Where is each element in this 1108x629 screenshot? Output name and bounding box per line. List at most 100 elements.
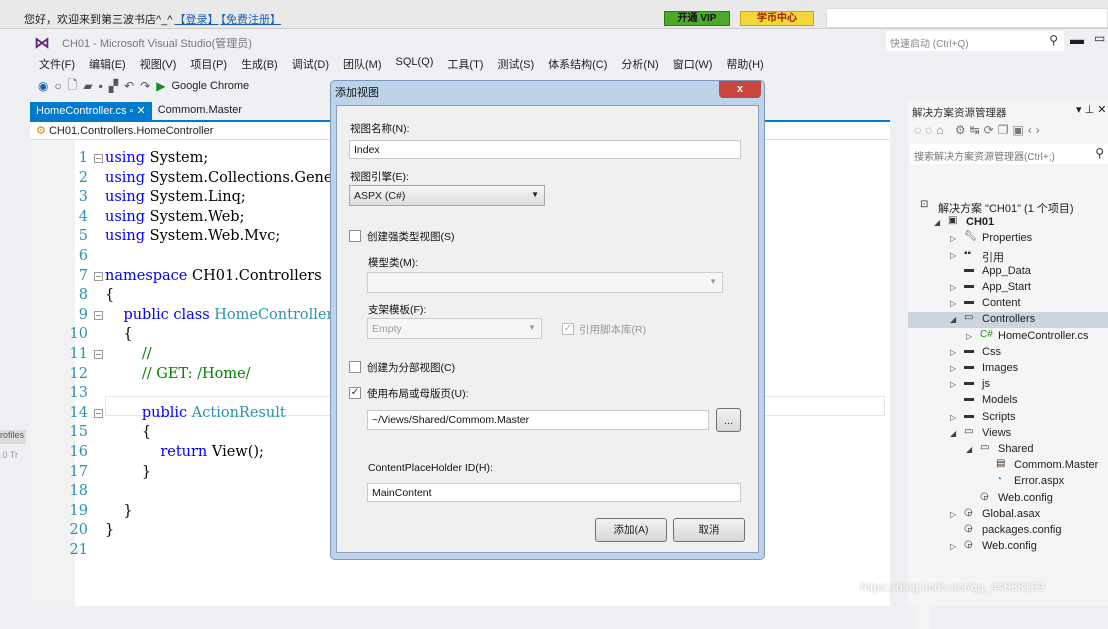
- menu-item[interactable]: 调试(D): [285, 54, 336, 72]
- close-tab-icon[interactable]: ▫ ✕: [126, 105, 146, 117]
- expand-icon[interactable]: ▷: [950, 348, 956, 357]
- expand-icon[interactable]: ▷: [950, 364, 956, 373]
- login-link[interactable]: 【登录】: [174, 14, 218, 26]
- cancel-button[interactable]: 取消: [673, 518, 745, 542]
- use-layout-checkbox[interactable]: ✓: [349, 387, 361, 399]
- tree-item[interactable]: ▷ ▬ Css: [908, 345, 1108, 361]
- solution-search-placeholder: 搜索解决方案资源管理器(Ctrl+;): [914, 152, 1055, 163]
- fold-toggle-icon[interactable]: −: [94, 310, 103, 320]
- placeholder-id-input[interactable]: MainContent: [367, 483, 741, 502]
- expand-icon[interactable]: ▷: [950, 251, 956, 260]
- new-project-icon[interactable]: 🗋: [68, 76, 78, 97]
- forward-icon[interactable]: ○: [54, 79, 61, 93]
- fold-toggle-icon[interactable]: −: [94, 271, 103, 281]
- expand-icon[interactable]: ▷: [950, 380, 956, 389]
- tree-item[interactable]: ▷ 🔧︎ Properties: [908, 231, 1108, 247]
- tree-item[interactable]: ▷ C# HomeController.cs: [908, 329, 1108, 345]
- minimize-button[interactable]: ▬: [1070, 31, 1084, 47]
- tree-item[interactable]: ◢ ▭ Controllers: [908, 312, 1108, 329]
- tree-item[interactable]: ▷ ◶ Web.config: [908, 539, 1108, 555]
- tree-item[interactable]: ◔ Error.aspx: [908, 474, 1108, 490]
- expand-icon[interactable]: ▷: [950, 299, 956, 308]
- back-icon[interactable]: ◉: [38, 79, 48, 93]
- tree-item[interactable]: ◶ Web.config: [908, 491, 1108, 507]
- layout-path-input[interactable]: ~/Views/Shared/Commom.Master: [367, 410, 709, 430]
- maximize-button[interactable]: ▭: [1094, 31, 1105, 45]
- ref-scripts-label: 引用脚本库(R): [579, 324, 647, 336]
- code-token: {: [105, 326, 133, 343]
- pin-icon[interactable]: ▾ ⊥ ✕: [1076, 103, 1106, 116]
- quick-launch-input[interactable]: 快速启动 (Ctrl+Q) ⚲: [886, 31, 1064, 51]
- save-icon[interactable]: ▪: [99, 79, 103, 93]
- menu-item[interactable]: SQL(Q): [389, 54, 441, 72]
- tree-item[interactable]: ▷ ▪▪ 引用: [908, 248, 1108, 264]
- tree-item[interactable]: ◢ ▭ Shared: [908, 442, 1108, 458]
- fold-toggle-icon[interactable]: −: [94, 154, 103, 163]
- solution-search-input[interactable]: 搜索解决方案资源管理器(Ctrl+;) ⚲: [910, 144, 1108, 164]
- tree-item[interactable]: ◢ ▭ Views: [908, 426, 1108, 442]
- menu-item[interactable]: 团队(M): [336, 54, 389, 72]
- code-token: using: [105, 169, 146, 186]
- run-target-button[interactable]: Google Chrome: [171, 80, 249, 92]
- browse-button[interactable]: ...: [716, 408, 741, 432]
- tree-item[interactable]: ▷ ◶ Global.asax: [908, 507, 1108, 523]
- fold-toggle-icon[interactable]: −: [94, 408, 103, 418]
- menu-item[interactable]: 窗口(W): [666, 54, 720, 72]
- run-icon[interactable]: ▶: [156, 79, 165, 93]
- tree-item[interactable]: ▷ ▬ Images: [908, 361, 1108, 377]
- add-button[interactable]: 添加(A): [595, 518, 667, 542]
- open-icon[interactable]: ▰: [83, 79, 92, 93]
- model-select[interactable]: ▼: [367, 272, 723, 293]
- menu-item[interactable]: 体系结构(C): [541, 54, 614, 72]
- browser-search-box[interactable]: [826, 8, 1108, 28]
- strong-typed-checkbox[interactable]: [349, 230, 361, 242]
- menu-item[interactable]: 测试(S): [490, 54, 541, 72]
- collapse-icon[interactable]: ◢: [950, 429, 956, 438]
- menu-item[interactable]: 文件(F): [32, 54, 82, 72]
- engine-select[interactable]: ASPX (C#) ▼: [349, 185, 545, 206]
- partial-view-checkbox[interactable]: [349, 361, 361, 373]
- expand-icon[interactable]: ▷: [950, 542, 956, 551]
- save-all-icon[interactable]: ▞: [109, 79, 118, 93]
- close-button[interactable]: x: [719, 81, 761, 98]
- tree-item[interactable]: ▷ ▬ Scripts: [908, 410, 1108, 426]
- vip-button[interactable]: 开通 VIP: [664, 11, 730, 26]
- tab-0[interactable]: HomeController.cs ▫ ✕: [30, 102, 152, 120]
- redo-icon[interactable]: ↷: [140, 79, 150, 93]
- tab-1[interactable]: Commom.Master: [152, 102, 248, 120]
- menu-item[interactable]: 工具(T): [440, 54, 490, 72]
- expand-icon[interactable]: ▷: [950, 510, 956, 519]
- tree-item[interactable]: ◢ ▣ CH01: [908, 215, 1108, 231]
- expand-icon[interactable]: ▷: [966, 332, 972, 341]
- register-link[interactable]: 【免费注册】: [220, 14, 281, 26]
- tree-item[interactable]: ▬ Models: [908, 393, 1108, 409]
- menu-item[interactable]: 分析(N): [614, 54, 665, 72]
- tree-item[interactable]: ▬ App_Data: [908, 264, 1108, 280]
- tree-item[interactable]: ▤ Commom.Master: [908, 458, 1108, 474]
- coin-center-button[interactable]: 学币中心: [740, 11, 814, 26]
- ref-scripts-checkbox[interactable]: ✓: [562, 323, 574, 335]
- expand-icon[interactable]: ▷: [950, 234, 956, 243]
- expand-icon[interactable]: ▷: [950, 413, 956, 422]
- undo-icon[interactable]: ↶: [124, 79, 134, 93]
- menu-item[interactable]: 项目(P): [183, 54, 234, 72]
- menu-item[interactable]: 编辑(E): [82, 54, 133, 72]
- tree-item[interactable]: ▷ ▬ js: [908, 377, 1108, 393]
- tree-item[interactable]: ◶ packages.config: [908, 523, 1108, 539]
- tree-item[interactable]: ⊡ 解决方案 "CH01" (1 个项目): [908, 199, 1108, 215]
- tree-item[interactable]: ▷ ▬ Content: [908, 296, 1108, 312]
- tree-item[interactable]: ▷ ▬ App_Start: [908, 280, 1108, 296]
- scaffold-select[interactable]: Empty ▼: [367, 318, 542, 339]
- collapse-icon[interactable]: ◢: [950, 315, 956, 324]
- fold-toggle-icon[interactable]: −: [94, 350, 103, 359]
- menu-item[interactable]: 视图(V): [133, 54, 184, 72]
- tree-item-label: packages.config: [982, 524, 1062, 536]
- collapse-icon[interactable]: ◢: [934, 218, 940, 227]
- expand-icon[interactable]: ▷: [950, 283, 956, 292]
- menu-item[interactable]: 生成(B): [234, 54, 285, 72]
- view-name-input[interactable]: Index: [349, 140, 741, 159]
- code-token: using: [105, 208, 146, 225]
- collapse-icon[interactable]: ◢: [966, 445, 972, 454]
- menu-item[interactable]: 帮助(H): [719, 54, 770, 72]
- solution-toolbar[interactable]: ◌◌⌂ ⚙↹⟳❐▣‹›: [914, 123, 1044, 137]
